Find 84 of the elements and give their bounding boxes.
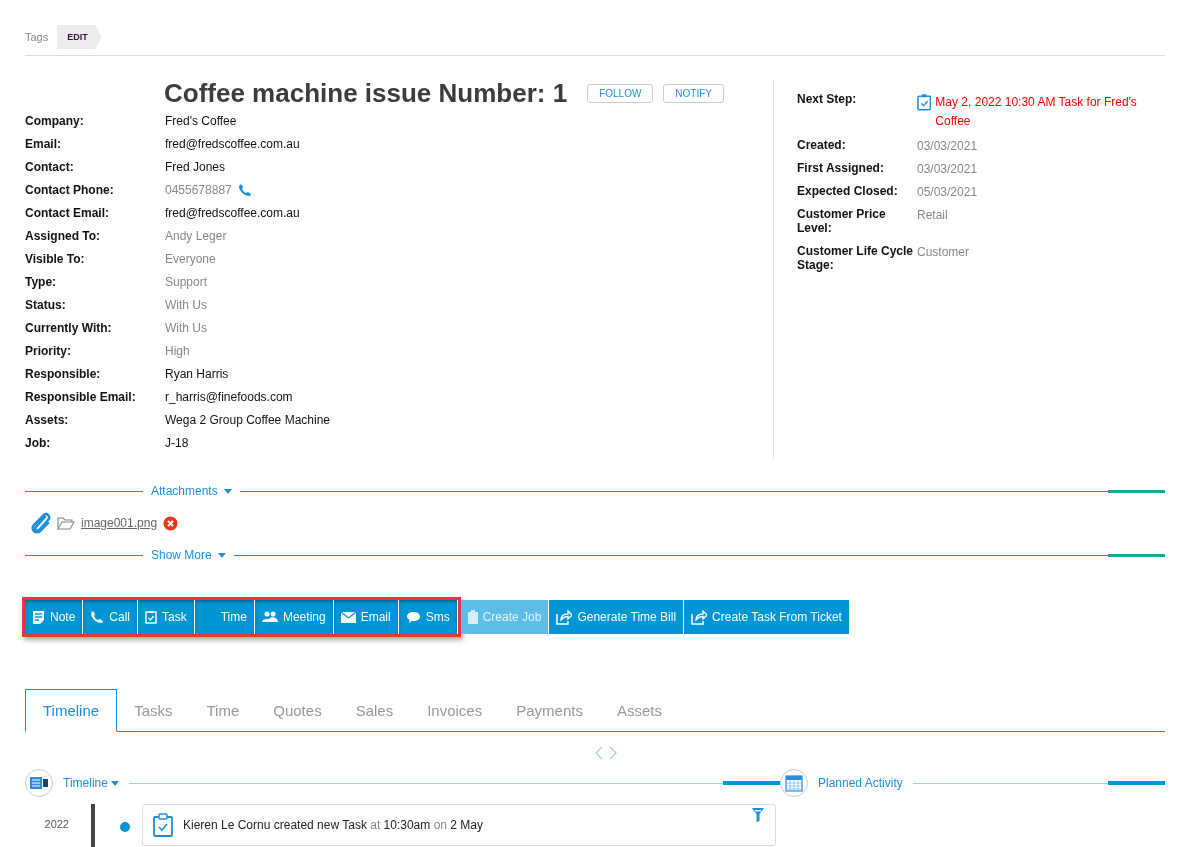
action-button[interactable]: Meeting (254, 600, 334, 634)
planned-activity-heading: Planned Activity (818, 776, 903, 790)
activity-text: Kieren Le Cornu created new Task at 10:30am on 2 May (183, 818, 484, 832)
field-label: Assigned To: (25, 229, 102, 243)
field-value: Everyone (165, 252, 216, 266)
ticket-title: Coffee machine issue Number: 1 (164, 77, 568, 110)
field-label: Company: (25, 114, 85, 128)
field-value: Fred Jones (165, 160, 226, 174)
field-label: Next Step: (797, 93, 858, 108)
field-label: Contact Email: (25, 206, 110, 220)
phone-icon (90, 610, 105, 624)
field-label: Email: (25, 137, 62, 151)
field-label: Contact Phone: (25, 183, 115, 197)
field-value: High (165, 344, 190, 358)
field-value: Customer (917, 244, 970, 261)
action-button[interactable]: Note (25, 600, 84, 634)
field-label: Responsible: (25, 367, 102, 381)
share-icon (556, 609, 573, 625)
tab[interactable]: Timeline (25, 689, 118, 732)
field-label: Type: (25, 275, 58, 289)
field-label: Customer Price Level: (797, 208, 887, 236)
field-label: First Assigned: (797, 162, 885, 177)
field-value: fred@fredscoffee.com.au (165, 206, 300, 220)
action-button[interactable]: Email (333, 600, 399, 634)
year-label: 2022 (25, 804, 95, 847)
note-icon (32, 609, 45, 625)
caret-icon[interactable] (223, 488, 232, 494)
clipboard-check-icon (145, 610, 158, 624)
field-label: Status: (25, 298, 67, 312)
timeline-toggle[interactable]: Timeline (63, 776, 108, 790)
field-value: Retail (917, 208, 949, 225)
edit-tags-button[interactable]: EDIT (57, 25, 102, 49)
remove-icon[interactable] (163, 515, 179, 531)
field-label: Created: (797, 139, 847, 154)
field-label: Contact: (25, 160, 75, 174)
field-label: Responsible Email: (25, 390, 137, 404)
action-button[interactable]: Task (138, 600, 195, 634)
phone-icon[interactable] (237, 183, 252, 197)
action-button[interactable]: Call (83, 600, 139, 634)
field-label: Priority: (25, 344, 72, 358)
field-value: Wega 2 Group Coffee Machine (165, 413, 330, 427)
show-more-toggle[interactable]: Show More (151, 548, 212, 562)
folder-icon (57, 516, 75, 530)
field-label: Expected Closed: (797, 185, 899, 200)
field-label: Assets: (25, 413, 70, 427)
envelope-icon (340, 611, 356, 623)
header-button[interactable]: NOTIFY (663, 83, 725, 103)
field-value: Ryan Harris (165, 367, 229, 381)
paperclip-icon (29, 511, 51, 535)
clipboard-icon (467, 610, 478, 624)
field-value: fred@fredscoffee.com.au (165, 137, 300, 151)
field-label: Customer Life Cycle Stage: (797, 244, 915, 273)
field-label: Currently With: (25, 321, 113, 335)
attachment-link[interactable]: image001.png (81, 516, 158, 530)
field-value: 03/03/2021 (917, 139, 979, 154)
field-label: Visible To: (25, 252, 86, 266)
clipboard-check-icon (917, 93, 932, 111)
action-button[interactable]: Generate Time Bill (549, 600, 685, 634)
attachments-toggle[interactable]: Attachments (151, 484, 218, 498)
field-label: Job: (25, 436, 52, 450)
field-value: With Us (165, 298, 207, 312)
caret-icon[interactable] (217, 552, 226, 558)
action-button[interactable]: Time (194, 600, 255, 634)
field-value: 0455678887 (165, 183, 232, 197)
header-button[interactable]: FOLLOW (587, 83, 654, 103)
timeline-dot (120, 822, 130, 832)
share-icon (691, 609, 708, 625)
field-value: Support (165, 275, 208, 289)
field-value: J-18 (165, 436, 189, 450)
field-value: Fred's Coffee (165, 114, 237, 128)
field-value: 05/03/2021 (917, 185, 979, 200)
action-button[interactable]: Sms (398, 600, 458, 634)
funnel-icon[interactable] (751, 807, 765, 823)
field-value: With Us (165, 321, 207, 335)
field-value: Andy Leger (165, 229, 227, 243)
action-button[interactable]: Create Task From Ticket (684, 600, 850, 634)
caret-icon[interactable] (110, 780, 119, 786)
tags-label: Tags (25, 31, 49, 43)
clipboard-check-icon (153, 813, 173, 837)
field-value: 03/03/2021 (917, 162, 979, 177)
chat-bubble-icon (405, 610, 421, 624)
people-icon (261, 611, 278, 623)
field-value: r_harris@finefoods.com (165, 390, 293, 404)
next-step-link[interactable]: May 2, 2022 10:30 AM Task for Fred's Coffee (935, 93, 1165, 131)
